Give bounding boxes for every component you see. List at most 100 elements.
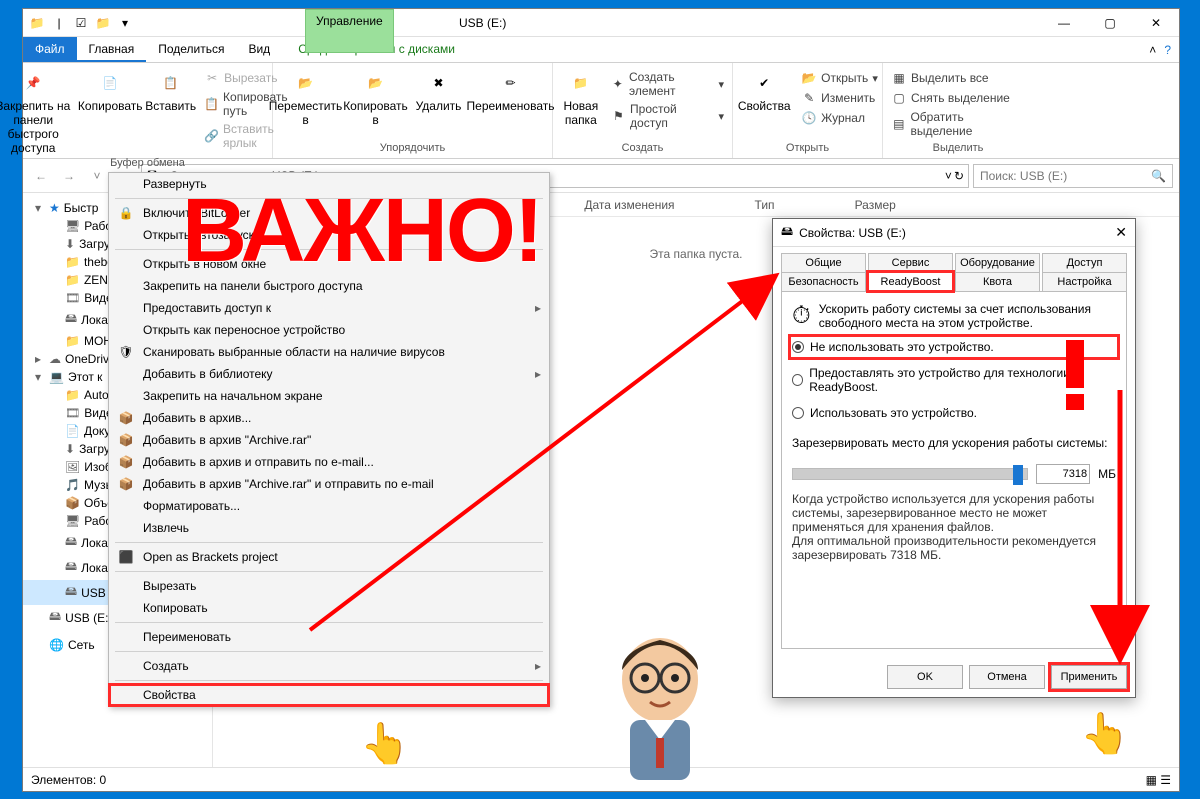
- context-menu-item[interactable]: Создать▸: [109, 655, 549, 677]
- prop-tab[interactable]: Доступ: [1042, 253, 1127, 272]
- radio-dedicate[interactable]: Предоставлять это устройство для техноло…: [792, 364, 1116, 396]
- context-menu-item[interactable]: 📦Добавить в архив и отправить по e-mail.…: [109, 451, 549, 473]
- context-menu-item[interactable]: 🛡Сканировать выбранные области на наличи…: [109, 341, 549, 363]
- recent-dropdown[interactable]: ˅: [85, 164, 109, 188]
- prop-tab[interactable]: Безопасность: [781, 272, 866, 291]
- status-itemcount: Элементов: 0: [31, 773, 106, 787]
- slider-thumb[interactable]: [1013, 465, 1023, 485]
- addr-dropdown-icon[interactable]: ˅: [945, 169, 952, 183]
- context-menu-item[interactable]: Закрепить на панели быстрого доступа: [109, 275, 549, 297]
- context-menu-item[interactable]: Копировать: [109, 597, 549, 619]
- selectall-icon: ▦: [891, 70, 907, 86]
- qat-dropdown-icon[interactable]: ▾: [117, 15, 133, 31]
- radio-dont-use[interactable]: Не использовать это устройство.: [792, 338, 1116, 356]
- radio-dot-icon: [792, 341, 804, 353]
- context-menu-item[interactable]: Предоставить доступ к▸: [109, 297, 549, 319]
- col-type[interactable]: Тип: [755, 198, 775, 212]
- back-button[interactable]: ←: [29, 164, 53, 188]
- easyaccess-button[interactable]: ⚑Простой доступ ▾: [609, 101, 726, 131]
- group-new-label: Создать: [622, 140, 664, 156]
- delete-button[interactable]: ✖Удалить: [414, 65, 464, 127]
- forward-button[interactable]: →: [57, 164, 81, 188]
- prop-tab[interactable]: Общие: [781, 253, 866, 272]
- context-menu-item[interactable]: Открыть автозапуск...: [109, 224, 549, 246]
- path-icon: 📋: [204, 96, 219, 112]
- ok-button[interactable]: OK: [887, 665, 963, 689]
- minimize-button[interactable]: —: [1041, 9, 1087, 37]
- context-menu-item[interactable]: Свойства: [109, 684, 549, 706]
- moveto-button[interactable]: 📂Переместить в: [274, 65, 338, 127]
- open-button[interactable]: 📂Открыть ▾: [799, 69, 880, 87]
- reserve-slider[interactable]: [792, 468, 1028, 480]
- history-button[interactable]: 🕓Журнал: [799, 109, 880, 127]
- app-icon: 📁: [29, 15, 45, 31]
- group-organize-label: Упорядочить: [380, 140, 445, 156]
- dialog-drive-icon: 🖴: [781, 222, 793, 243]
- invertsel-button[interactable]: ▤Обратить выделение: [889, 109, 1027, 139]
- window-title: USB (E:): [459, 16, 506, 30]
- tab-share[interactable]: Поделиться: [146, 37, 236, 62]
- edit-icon: ✎: [801, 90, 817, 106]
- properties-button[interactable]: ✔Свойства: [735, 65, 793, 127]
- context-menu-item[interactable]: 🔒Включить BitLocker: [109, 202, 549, 224]
- selectnone-button[interactable]: ▢Снять выделение: [889, 89, 1027, 107]
- col-date[interactable]: Дата изменения: [584, 198, 674, 212]
- context-menu-item[interactable]: Развернуть: [109, 173, 549, 195]
- history-icon: 🕓: [801, 110, 817, 126]
- context-menu-item[interactable]: Извлечь: [109, 517, 549, 539]
- tab-file[interactable]: Файл: [23, 37, 77, 62]
- reserve-spin[interactable]: 7318: [1036, 464, 1090, 484]
- edit-button[interactable]: ✎Изменить: [799, 89, 880, 107]
- context-menu[interactable]: Развернуть 🔒Включить BitLockerОткрыть авт…: [108, 172, 550, 707]
- context-menu-item[interactable]: Переименовать: [109, 626, 549, 648]
- refresh-button[interactable]: ↻: [954, 169, 964, 183]
- col-size[interactable]: Размер: [855, 198, 896, 212]
- apply-button[interactable]: Применить: [1051, 665, 1127, 689]
- rename-button[interactable]: ✏Переименовать: [470, 65, 552, 127]
- radio-use[interactable]: Использовать это устройство.: [792, 404, 1116, 422]
- qat-check-icon[interactable]: ☑: [73, 15, 89, 31]
- context-menu-item[interactable]: Добавить в библиотеку▸: [109, 363, 549, 385]
- copyto-button[interactable]: 📂Копировать в: [344, 65, 408, 127]
- maximize-button[interactable]: ▢: [1087, 9, 1133, 37]
- prop-tab[interactable]: Настройка: [1042, 272, 1127, 291]
- prop-tab[interactable]: Квота: [955, 272, 1040, 291]
- ribbon-collapse-icon[interactable]: ˄: [1149, 43, 1156, 57]
- copyto-icon: 📂: [362, 69, 390, 97]
- tab-view[interactable]: Вид: [236, 37, 282, 62]
- context-menu-item[interactable]: 📦Добавить в архив "Archive.rar": [109, 429, 549, 451]
- paste-icon: 📋: [157, 69, 185, 97]
- context-menu-item[interactable]: 📦Добавить в архив...: [109, 407, 549, 429]
- copy-button[interactable]: 📄Копировать: [81, 65, 139, 155]
- prop-tab[interactable]: ReadyBoost: [868, 272, 953, 291]
- newitem-button[interactable]: ✦Создать элемент ▾: [609, 69, 726, 99]
- newfolder-icon: 📁: [567, 69, 595, 97]
- prop-tab[interactable]: Сервис: [868, 253, 953, 272]
- pin-quickaccess-button[interactable]: 📌Закрепить на панели быстрого доступа: [0, 65, 75, 155]
- context-menu-item[interactable]: Вырезать: [109, 575, 549, 597]
- ribbon: 📌Закрепить на панели быстрого доступа 📄К…: [23, 63, 1179, 159]
- context-menu-item[interactable]: 📦Добавить в архив "Archive.rar" и отправ…: [109, 473, 549, 495]
- tab-home[interactable]: Главная: [77, 37, 147, 62]
- selectall-button[interactable]: ▦Выделить все: [889, 69, 1027, 87]
- dialog-close-button[interactable]: ✕: [1115, 224, 1127, 241]
- readyboost-note: Когда устройство используется для ускоре…: [792, 492, 1116, 562]
- context-menu-item[interactable]: Форматировать...: [109, 495, 549, 517]
- cancel-button[interactable]: Отмена: [969, 665, 1045, 689]
- search-input[interactable]: Поиск: USB (E:) 🔍: [973, 164, 1173, 188]
- context-menu-item[interactable]: ⬛Open as Brackets project: [109, 546, 549, 568]
- close-button[interactable]: ✕: [1133, 9, 1179, 37]
- context-menu-item[interactable]: Закрепить на начальном экране: [109, 385, 549, 407]
- newfolder-button[interactable]: 📁Новая папка: [559, 65, 603, 131]
- selectnone-icon: ▢: [891, 90, 907, 106]
- view-mode-icons[interactable]: ▦ ☰: [1146, 773, 1171, 787]
- context-menu-item[interactable]: Открыть как переносное устройство: [109, 319, 549, 341]
- prop-tab[interactable]: Оборудование: [955, 253, 1040, 272]
- help-icon[interactable]: ?: [1164, 43, 1171, 57]
- paste-button[interactable]: 📋Вставить: [145, 65, 196, 155]
- group-clipboard-label: Буфер обмена: [110, 155, 185, 171]
- easy-icon: ⚑: [611, 108, 626, 124]
- qat-folder-icon[interactable]: 📁: [95, 15, 111, 31]
- search-icon: 🔍: [1151, 169, 1166, 183]
- context-menu-item[interactable]: Открыть в новом окне: [109, 253, 549, 275]
